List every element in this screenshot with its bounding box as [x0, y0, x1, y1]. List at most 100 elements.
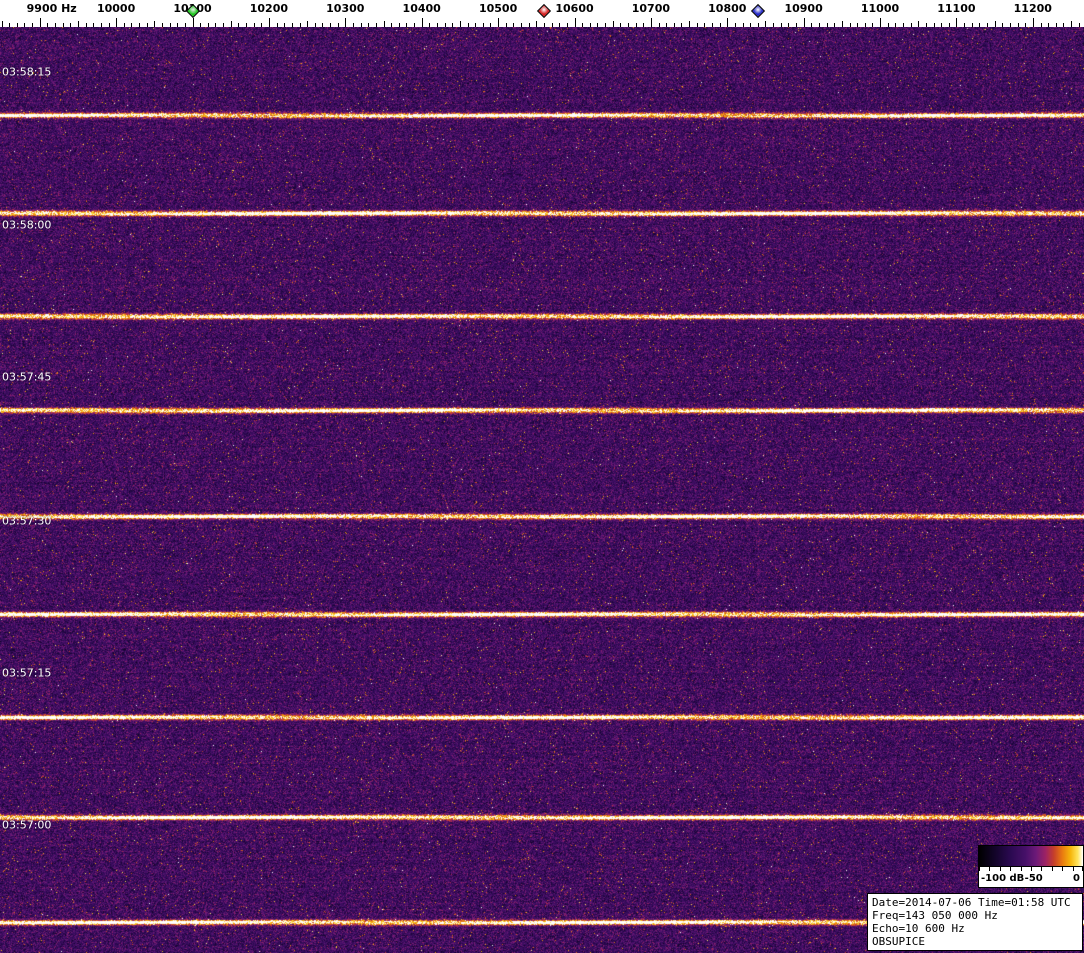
legend-tick: [1031, 867, 1032, 871]
ruler-minor-tick: [100, 23, 102, 27]
ruler-minor-tick: [1063, 23, 1065, 27]
colormap-gradient-bar: [978, 845, 1084, 867]
ruler-minor-tick: [780, 23, 782, 27]
ruler-minor-tick: [55, 23, 56, 27]
ruler-minor-tick: [513, 23, 515, 27]
ruler-minor-tick: [261, 23, 263, 27]
ruler-minor-tick: [597, 23, 599, 27]
ruler-minor-tick: [146, 23, 148, 27]
ruler-minor-tick: [635, 23, 637, 27]
legend-tick: [1082, 867, 1083, 871]
ruler-minor-tick: [559, 23, 561, 27]
ruler-minor-tick: [475, 23, 477, 27]
ruler-minor-tick: [941, 23, 943, 27]
ruler-minor-tick: [429, 23, 431, 27]
ruler-major-tick: [956, 18, 958, 27]
ruler-major-tick: [803, 18, 805, 27]
frequency-ruler[interactable]: 9900 Hz100001010010200103001040010500106…: [0, 0, 1084, 27]
ruler-minor-tick: [612, 21, 614, 27]
ruler-minor-tick: [154, 21, 156, 27]
legend-mid-label: -50: [1024, 873, 1043, 884]
legend-tick: [1051, 867, 1053, 871]
ruler-minor-tick: [887, 23, 889, 27]
ruler-minor-tick: [857, 23, 859, 27]
legend-tick: [1062, 867, 1064, 871]
freq-tick-label: 10900: [784, 2, 823, 15]
ruler-major-tick: [116, 18, 118, 27]
legend-tick: [979, 867, 980, 871]
ruler-minor-tick: [528, 23, 530, 27]
time-tick-label: 03:58:00: [2, 218, 52, 232]
freq-tick-label: 10000: [96, 2, 136, 15]
ruler-minor-tick: [162, 23, 163, 27]
ruler-minor-tick: [230, 21, 232, 27]
ruler-major-tick: [574, 18, 576, 27]
ruler-minor-tick: [933, 23, 935, 27]
ruler-minor-tick: [872, 23, 874, 27]
ruler-minor-tick: [719, 23, 721, 27]
red-frequency-marker-icon[interactable]: [536, 3, 551, 19]
legend-tick: [999, 867, 1001, 871]
ruler-minor-tick: [391, 23, 393, 27]
ruler-minor-tick: [1, 21, 3, 27]
ruler-major-tick: [1032, 18, 1034, 27]
ruler-minor-tick: [24, 23, 26, 27]
time-tick-label: 03:57:30: [2, 514, 52, 528]
ruler-minor-tick: [864, 23, 866, 27]
ruler-minor-tick: [696, 23, 698, 27]
ruler-minor-tick: [979, 23, 981, 27]
freq-tick-label: 9900 Hz: [26, 2, 77, 15]
time-tick-label: 03:58:15: [2, 65, 52, 79]
ruler-minor-tick: [620, 23, 622, 27]
ruler-minor-tick: [834, 23, 836, 27]
freq-tick-label: 10300: [326, 2, 365, 15]
ruler-minor-tick: [1055, 23, 1057, 27]
blue-frequency-marker-icon[interactable]: [750, 3, 765, 19]
ruler-minor-tick: [253, 23, 255, 27]
ruler-minor-tick: [490, 23, 492, 27]
ruler-minor-tick: [307, 21, 309, 27]
freq-tick-label: 11000: [860, 2, 900, 15]
ruler-major-tick: [192, 18, 194, 27]
ruler-minor-tick: [681, 23, 683, 27]
ruler-minor-tick: [299, 23, 301, 27]
info-station: OBSUPICE: [872, 935, 925, 948]
ruler-minor-tick: [482, 23, 484, 27]
ruler-minor-tick: [505, 23, 507, 27]
ruler-minor-tick: [1009, 23, 1011, 27]
legend-min-label: -100 dB: [981, 873, 1025, 884]
ruler-minor-tick: [566, 23, 568, 27]
db-scale-labels: -100 dB -50 0: [979, 873, 1083, 887]
ruler-minor-tick: [841, 21, 843, 27]
ruler-minor-tick: [47, 23, 49, 27]
ruler-minor-tick: [1078, 23, 1080, 27]
ruler-minor-tick: [284, 23, 286, 27]
ruler-minor-tick: [773, 23, 775, 27]
ruler-minor-tick: [444, 23, 446, 27]
ruler-minor-tick: [750, 23, 752, 27]
ruler-minor-tick: [948, 23, 950, 27]
ruler-minor-tick: [987, 23, 988, 27]
ruler-minor-tick: [536, 21, 538, 27]
ruler-minor-tick: [70, 23, 72, 27]
ruler-major-tick: [345, 18, 347, 27]
ruler-minor-tick: [9, 23, 11, 27]
ruler-minor-tick: [215, 23, 217, 27]
ruler-minor-tick: [383, 21, 385, 27]
ruler-minor-tick: [1040, 23, 1042, 27]
freq-tick-label: 11100: [937, 2, 976, 15]
ruler-minor-tick: [414, 23, 415, 27]
ruler-minor-tick: [398, 23, 400, 27]
ruler-minor-tick: [276, 23, 278, 27]
ruler-minor-tick: [918, 21, 920, 27]
ruler-minor-tick: [582, 23, 584, 27]
ruler-minor-tick: [93, 23, 95, 27]
ruler-minor-tick: [627, 23, 629, 27]
ruler-minor-tick: [85, 23, 87, 27]
ruler-minor-tick: [811, 23, 813, 27]
ruler-minor-tick: [971, 23, 973, 27]
waterfall-canvas[interactable]: [0, 27, 1084, 953]
ruler-major-tick: [39, 18, 41, 27]
legend-tick: [1072, 867, 1074, 871]
ruler-minor-tick: [223, 23, 225, 27]
